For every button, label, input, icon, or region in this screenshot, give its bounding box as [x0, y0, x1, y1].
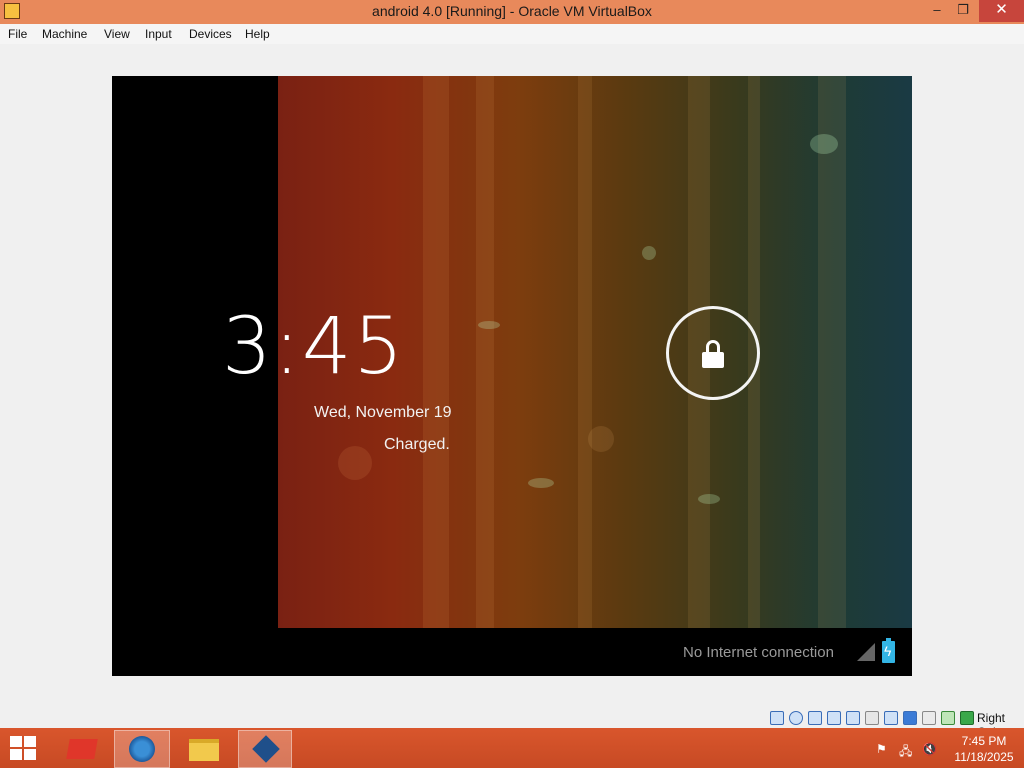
shared-folder-icon[interactable]: [865, 711, 879, 725]
lockscreen-date: Wed, November 19: [314, 404, 452, 421]
wallpaper-particle: [528, 478, 554, 488]
toolbox-icon[interactable]: [56, 730, 108, 768]
wallpaper-particle: [478, 321, 500, 329]
virtualization-icon[interactable]: [922, 711, 936, 725]
file-explorer-icon[interactable]: [176, 730, 232, 768]
optical-drive-icon[interactable]: [789, 711, 803, 725]
lockscreen-clock: 3:45: [222, 302, 406, 392]
menu-help[interactable]: Help: [245, 27, 270, 41]
menu-machine[interactable]: Machine: [42, 27, 87, 41]
vm-display[interactable]: 3:45 Wed, November 19 Charged. No Intern…: [112, 76, 912, 676]
wallpaper-stripe: [476, 76, 494, 628]
wallpaper-particle: [810, 134, 838, 154]
signal-icon: [857, 643, 875, 661]
wallpaper-particle: [698, 494, 720, 504]
clock-date: 11/18/2025: [954, 750, 1014, 764]
menu-input[interactable]: Input: [145, 27, 172, 41]
maximize-button[interactable]: ❐: [950, 0, 976, 22]
start-icon[interactable]: [10, 736, 38, 762]
display-icon[interactable]: [884, 711, 898, 725]
menu-file[interactable]: File: [8, 27, 27, 41]
wallpaper-particle: [338, 446, 372, 480]
network-status-text: No Internet connection: [683, 644, 834, 661]
unlock-ring[interactable]: [666, 306, 760, 400]
action-center-icon[interactable]: ⚑: [876, 742, 887, 756]
window-title: android 4.0 [Running] - Oracle VM Virtua…: [372, 3, 652, 19]
mouse-integration-icon[interactable]: [941, 711, 955, 725]
menu-view[interactable]: View: [104, 27, 130, 41]
wallpaper-stripe: [423, 76, 449, 628]
battery-charging-icon: ϟ: [882, 638, 895, 663]
close-button[interactable]: ✕: [979, 0, 1024, 22]
virtualbox-icon[interactable]: [238, 730, 292, 768]
network-icon[interactable]: [827, 711, 841, 725]
wallpaper-stripe: [818, 76, 846, 628]
wallpaper-particle: [642, 246, 656, 260]
keyboard-icon[interactable]: [960, 711, 974, 725]
usb-icon[interactable]: [846, 711, 860, 725]
wallpaper-particle: [588, 426, 614, 452]
menu-devices[interactable]: Devices: [189, 27, 232, 41]
battery-status: Charged.: [384, 436, 450, 453]
minimize-button[interactable]: –: [924, 0, 950, 22]
volume-muted-icon[interactable]: 🔇: [922, 742, 937, 756]
lock-icon-body: [702, 352, 724, 368]
browser-icon[interactable]: [114, 730, 170, 768]
clock-time: 7:45 PM: [961, 734, 1007, 748]
menu-bar: File Machine View Input Devices Help: [0, 24, 1024, 44]
network-tray-icon[interactable]: 🖧: [899, 742, 912, 763]
hard-disk-icon[interactable]: [770, 711, 784, 725]
window-titlebar[interactable]: android 4.0 [Running] - Oracle VM Virtua…: [0, 0, 1024, 24]
wallpaper-stripe: [578, 76, 592, 628]
audio-icon[interactable]: [808, 711, 822, 725]
taskbar-clock[interactable]: 7:45 PM 11/18/2025: [954, 733, 1014, 765]
video-capture-icon[interactable]: [903, 711, 917, 725]
